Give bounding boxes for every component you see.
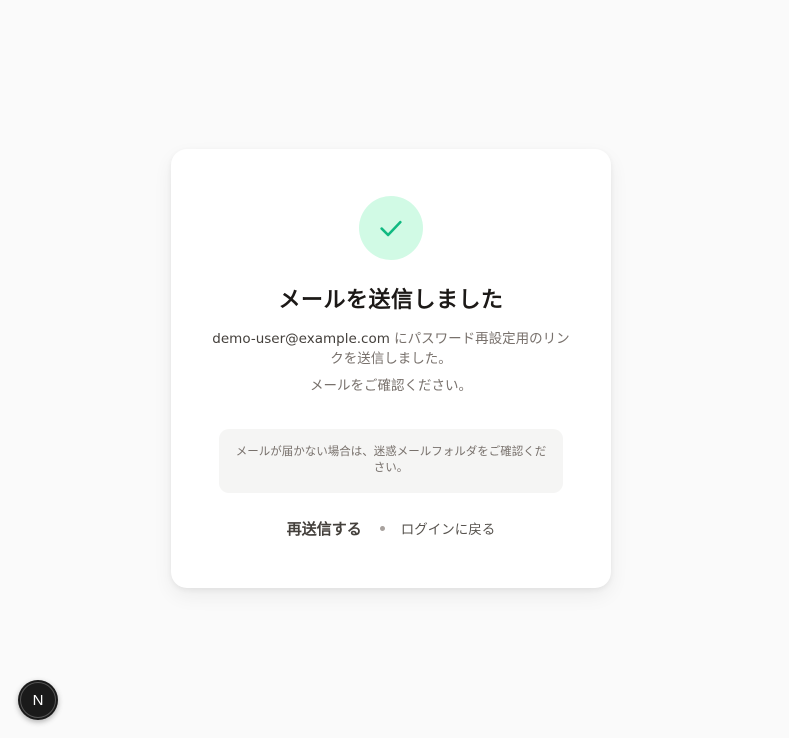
page-title: メールを送信しました: [278, 288, 504, 313]
resend-button[interactable]: 再送信する: [287, 518, 362, 539]
check-icon: [380, 220, 402, 237]
back-to-login-link[interactable]: ログインに戻る: [401, 518, 496, 538]
actions-row: 再送信する ログインに戻る: [171, 516, 611, 540]
success-icon-circle: [359, 196, 423, 260]
spam-notice: メールが届かない場合は、迷惑メールフォルダをご確認ください。: [219, 429, 563, 493]
confirm-text: メールをご確認ください。: [310, 378, 472, 394]
nextjs-logo-icon[interactable]: N: [18, 680, 58, 720]
recipient-email: demo-user@example.com: [212, 331, 390, 347]
badge-letter: N: [32, 691, 44, 709]
spam-notice-text: メールが届かない場合は、迷惑メールフォルダをご確認ください。: [235, 444, 547, 474]
separator-dot: [379, 525, 385, 531]
page: メールを送信しました demo-user@example.com にパスワード再…: [0, 0, 789, 738]
sent-description: demo-user@example.com にパスワード再設定用のリンクを送信し…: [211, 329, 571, 369]
email-sent-card: メールを送信しました demo-user@example.com にパスワード再…: [171, 149, 611, 588]
